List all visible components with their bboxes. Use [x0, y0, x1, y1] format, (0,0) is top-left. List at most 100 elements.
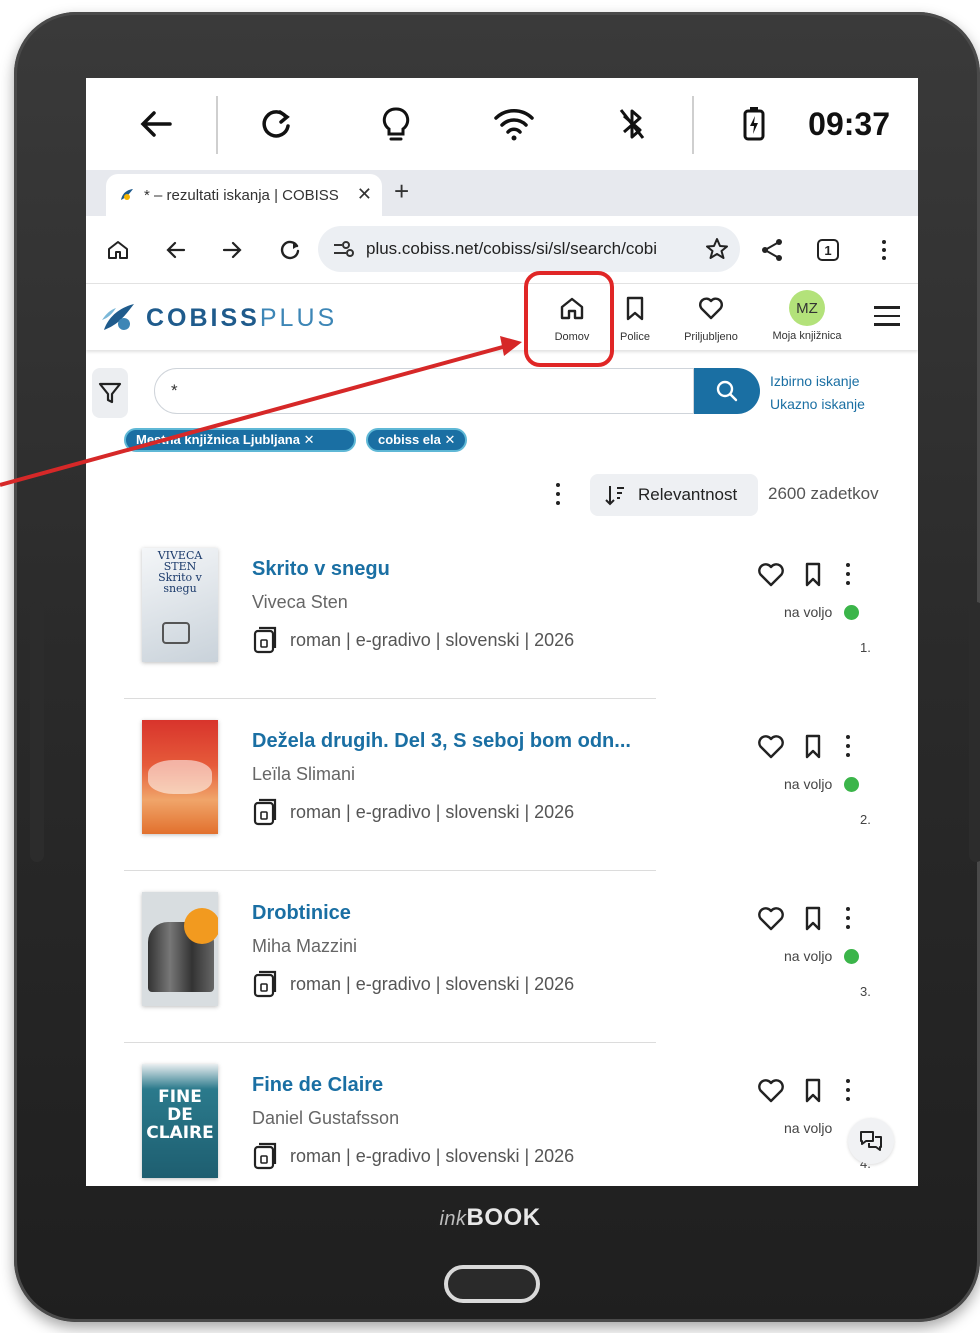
- result-menu-icon[interactable]: [846, 907, 850, 929]
- ebook-device-icon: [253, 970, 277, 998]
- divider: [124, 870, 656, 871]
- available-dot: [844, 776, 860, 792]
- search-input[interactable]: *: [154, 368, 694, 414]
- bookmark-star-icon[interactable]: [704, 236, 730, 262]
- ebook-device-icon: [253, 798, 277, 826]
- bookmark-icon: [626, 296, 644, 321]
- chat-button[interactable]: [848, 1118, 894, 1164]
- book-cover[interactable]: [142, 720, 218, 834]
- heart-icon[interactable]: [756, 560, 786, 588]
- result-title[interactable]: Skrito v snegu: [252, 558, 390, 581]
- browser-tab[interactable]: * – rezultati iskanja | COBISS ✕: [106, 174, 382, 216]
- cobiss-plus-logo[interactable]: COBISSPLUS: [100, 300, 337, 336]
- sort-button[interactable]: Relevantnost: [590, 474, 758, 516]
- result-author[interactable]: Miha Mazzini: [252, 936, 357, 957]
- heart-icon: [699, 297, 723, 320]
- nav-favorites[interactable]: Priljubljeno: [678, 294, 744, 343]
- result-actions: [756, 904, 850, 932]
- sort-icon: [605, 486, 624, 506]
- new-tab-button[interactable]: +: [394, 176, 409, 207]
- tab-close-icon[interactable]: ✕: [357, 184, 372, 205]
- hamburger-menu-icon[interactable]: [874, 306, 900, 326]
- nav-my-library[interactable]: MZ Moja knjižnica: [766, 290, 848, 342]
- result-meta: roman | e-gradivo | slovenski | 2026: [252, 1142, 574, 1170]
- browser-back-icon[interactable]: [158, 232, 194, 268]
- search-button[interactable]: [694, 368, 760, 414]
- share-icon[interactable]: [754, 232, 790, 268]
- book-cover[interactable]: VIVECA STEN Skrito v snegu: [142, 548, 218, 662]
- search-query: *: [171, 381, 178, 400]
- filter-chip-library[interactable]: Mestna knjižnica Ljubljana ✕: [124, 428, 356, 452]
- chat-bubbles-icon: [860, 1131, 882, 1151]
- cover-text: FINE DE CLAIRE: [146, 1087, 214, 1143]
- result-menu-icon[interactable]: [846, 1079, 850, 1101]
- heart-icon[interactable]: [756, 732, 786, 760]
- book-cover[interactable]: [142, 892, 218, 1006]
- result-format: roman | e-gradivo | slovenski | 2026: [290, 1145, 575, 1166]
- result-actions: [756, 560, 850, 588]
- result-format: roman | e-gradivo | slovenski | 2026: [290, 801, 575, 822]
- result-item[interactable]: Drobtinice Miha Mazzini roman | e-gradiv…: [124, 878, 918, 1050]
- bookmark-icon[interactable]: [798, 904, 828, 932]
- page-turn-button-left[interactable]: [30, 602, 44, 862]
- address-bar: plus.cobiss.net/cobiss/si/sl/search/cobi…: [86, 216, 918, 284]
- availability-status: na voljo: [784, 948, 860, 964]
- ebook-device-icon: [253, 626, 277, 654]
- result-number: 1.: [860, 640, 871, 655]
- tab-switcher-icon[interactable]: 1: [810, 232, 846, 268]
- home-highlight-box: [524, 271, 614, 367]
- clock: 09:37: [808, 106, 890, 142]
- result-menu-icon[interactable]: [846, 735, 850, 757]
- refresh-icon[interactable]: [254, 102, 298, 146]
- browser-forward-icon[interactable]: [214, 232, 250, 268]
- divider: [124, 1042, 656, 1043]
- cobiss-favicon-icon: [121, 189, 133, 200]
- site-header: COBISSPLUS Domov Police Priljubljeno MZ …: [86, 284, 918, 350]
- back-arrow-icon[interactable]: [134, 102, 178, 146]
- available-dot: [844, 948, 860, 964]
- site-settings-icon[interactable]: [332, 239, 354, 259]
- frontlight-bulb-icon[interactable]: [374, 102, 418, 146]
- result-title[interactable]: Dežela drugih. Del 3, S seboj bom odn...: [252, 730, 631, 753]
- wifi-icon[interactable]: [492, 102, 536, 146]
- result-count: 2600 zadetkov: [768, 484, 879, 503]
- divider: [124, 698, 656, 699]
- result-format: roman | e-gradivo | slovenski | 2026: [290, 629, 575, 650]
- bookmark-icon[interactable]: [798, 732, 828, 760]
- result-item[interactable]: FINE DE CLAIRE Fine de Claire Daniel Gus…: [124, 1050, 918, 1186]
- nav-shelves[interactable]: Police: [614, 294, 656, 343]
- result-title[interactable]: Drobtinice: [252, 902, 351, 925]
- result-author[interactable]: Daniel Gustafsson: [252, 1108, 399, 1129]
- result-author[interactable]: Viveca Sten: [252, 592, 348, 613]
- result-item[interactable]: Dežela drugih. Del 3, S seboj bom odn...…: [124, 706, 918, 878]
- command-search-link[interactable]: Ukazno iskanje: [770, 393, 865, 416]
- result-menu-icon[interactable]: [846, 563, 850, 585]
- browser-reload-icon[interactable]: [272, 232, 308, 268]
- result-actions: [756, 732, 850, 760]
- bluetooth-off-icon[interactable]: [610, 102, 654, 146]
- result-actions: [756, 1076, 850, 1104]
- filter-button[interactable]: [92, 368, 128, 418]
- available-dot: [844, 604, 860, 620]
- result-meta: roman | e-gradivo | slovenski | 2026: [252, 970, 574, 998]
- device-home-button[interactable]: [444, 1265, 540, 1303]
- result-item[interactable]: VIVECA STEN Skrito v snegu Skrito v sneg…: [124, 534, 918, 706]
- url-field[interactable]: plus.cobiss.net/cobiss/si/sl/search/cobi: [318, 226, 740, 272]
- status-bar: 09:37: [86, 78, 918, 170]
- heart-icon[interactable]: [756, 1076, 786, 1104]
- book-cover[interactable]: FINE DE CLAIRE: [142, 1064, 218, 1178]
- browser-menu-icon[interactable]: [866, 232, 902, 268]
- bookmark-icon[interactable]: [798, 1076, 828, 1104]
- heart-icon[interactable]: [756, 904, 786, 932]
- browser-tab-strip: * – rezultati iskanja | COBISS ✕ +: [86, 170, 918, 216]
- browser-home-icon[interactable]: [100, 232, 136, 268]
- page-turn-button-right[interactable]: [969, 602, 980, 862]
- result-title[interactable]: Fine de Claire: [252, 1074, 383, 1097]
- availability-status: na voljo: [784, 604, 860, 620]
- advanced-search-link[interactable]: Izbirno iskanje: [770, 370, 865, 393]
- bookmark-icon[interactable]: [798, 560, 828, 588]
- results-options-icon[interactable]: [548, 480, 568, 508]
- filter-chip-collection[interactable]: cobiss ela ✕: [366, 428, 468, 452]
- avatar: MZ: [789, 290, 825, 326]
- result-author[interactable]: Leïla Slimani: [252, 764, 355, 785]
